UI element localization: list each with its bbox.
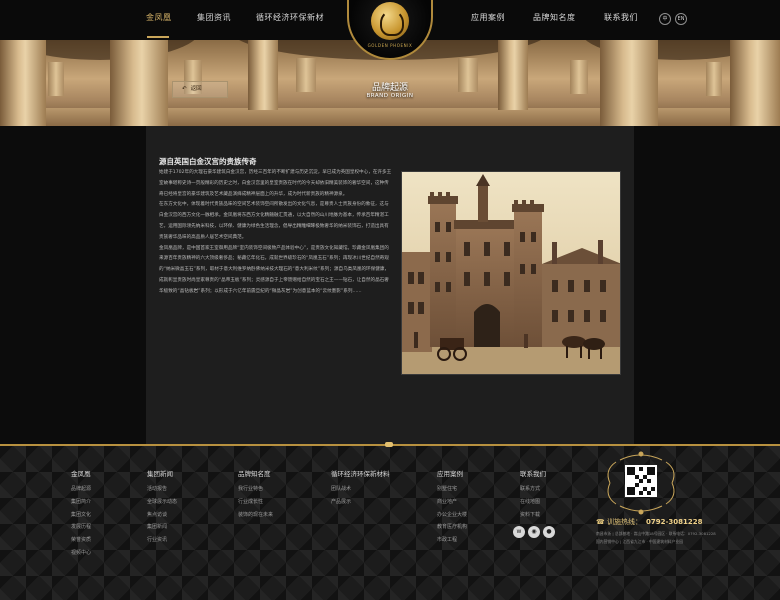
article-paragraph: 始建于1702年的大理石豪华建筑白金汉宫，历经三百年的不断扩建与历史沉淀，早已成…: [159, 170, 392, 197]
page-title: 品牌起源: [371, 83, 408, 93]
footer-column-title: 金凤凰: [71, 470, 91, 478]
article-paragraph: 在东方文化中，体现着时代贵族品味的空间艺术装饰空间所散发出的文化气息，是尊贵人士…: [159, 202, 389, 240]
weibo-icon[interactable]: w: [513, 526, 525, 538]
footer-link[interactable]: 集团新闻: [147, 523, 177, 536]
footer-link[interactable]: 市政工程: [437, 536, 467, 549]
footer-link[interactable]: 产品展示: [331, 498, 390, 511]
footer-link[interactable]: 我行业特色: [238, 485, 273, 498]
lang-en-button[interactable]: EN: [675, 13, 687, 25]
footer-address: 南昌市浙 | 总部基地 · 嵩山中路18号园区 · 联系电话：0792-3081…: [596, 531, 716, 536]
nav-active-indicator: [147, 36, 169, 38]
footer-link[interactable]: 视频中心: [71, 549, 91, 562]
nav-item-cases[interactable]: 应用案例: [471, 12, 505, 23]
back-button[interactable]: ↶ 返回: [172, 81, 228, 98]
footer-column-title: 集团新闻: [147, 470, 173, 478]
nav-item-contact[interactable]: 联系我们: [604, 12, 638, 23]
footer-link[interactable]: 在线地图: [520, 498, 546, 511]
footer-link[interactable]: 办公企业大楼: [437, 511, 467, 524]
phone-icon: ☎: [596, 518, 605, 526]
footer-address: 国内营销中心 | 江西省九江市 · 中国建筑材料产业园: [596, 539, 684, 544]
footer-link[interactable]: 别墅住宅: [437, 485, 467, 498]
footer-column-title: 循环经济环保新材料: [331, 470, 390, 478]
wechat-icon[interactable]: ◉: [528, 526, 540, 538]
footer-link[interactable]: 全球展示动态: [147, 498, 177, 511]
footer-link[interactable]: 荣誉资质: [71, 536, 91, 549]
article-body: 始建于1702年的大理石豪华建筑白金汉宫，历经三百年的不断扩建与历史沉淀，早已成…: [159, 168, 392, 298]
back-arrow-icon: ↶: [182, 86, 187, 92]
footer-link[interactable]: 品牌起源: [71, 485, 91, 498]
nav-item-group-news[interactable]: 集团资讯: [197, 12, 231, 23]
footer-link[interactable]: 联系方式: [520, 485, 546, 498]
footer-link[interactable]: 资料下载: [520, 511, 546, 524]
footer-column: 集团新闻 活动报告 全球展示动态 焦点访谈 集团新闻 行业资讯: [147, 468, 177, 549]
footer-column: 联系我们 联系方式 在线地图 资料下载: [520, 468, 546, 523]
footer-link[interactable]: 集团文化: [71, 511, 91, 524]
page-subtitle: BRAND ORIGIN: [366, 93, 414, 99]
footer-link[interactable]: 行业资讯: [147, 536, 177, 549]
footer-link[interactable]: 团队战术: [331, 485, 390, 498]
footer-link[interactable]: 教育医疗机构: [437, 523, 467, 536]
article-paragraph: 金凤凰品牌，是中国首家王室御用品牌“室内装饰空间极致产品体验中心”，是贵族文化知…: [159, 245, 390, 294]
qq-icon[interactable]: ●: [543, 526, 555, 538]
footer-column: 应用案例 别墅住宅 商业地产 办公企业大楼 教育医疗机构 市政工程: [437, 468, 467, 549]
logo-text: GOLDEN PHOENIX: [367, 43, 413, 48]
qr-code: [625, 465, 657, 497]
footer-link[interactable]: 行业成长性: [238, 498, 273, 511]
footer-column: 循环经济环保新材料 团队战术 产品展示: [331, 468, 390, 511]
footer-column-title: 应用案例: [437, 470, 463, 478]
footer-column: 金凤凰 品牌起源 集团简介 集团文化 发展历程 荣誉资质 视频中心: [71, 468, 91, 562]
hotline: ☎ 训施热线： 0792-3081228: [596, 517, 702, 527]
footer-column: 品牌知名度 我行业特色 行业成长性 装饰的现在未来: [238, 468, 273, 523]
footer-column-title: 联系我们: [520, 470, 546, 478]
footer-link[interactable]: 集团简介: [71, 498, 91, 511]
hotline-number: 0792-3081228: [645, 518, 703, 526]
footer-link[interactable]: 装饰的现在未来: [238, 511, 273, 524]
phoenix-icon: [371, 2, 409, 40]
nav-item-eco-materials[interactable]: 循环经济环保新材: [256, 12, 324, 23]
article-title: 源自英国白金汉宫的贵族传奇: [159, 157, 257, 166]
footer-column-title: 品牌知名度: [238, 470, 271, 478]
footer-link[interactable]: 活动报告: [147, 485, 177, 498]
nav-item-jinfenghuang[interactable]: 金凤凰: [146, 12, 172, 23]
hotline-label: 训施热线：: [606, 518, 642, 526]
footer-link[interactable]: 焦点访谈: [147, 511, 177, 524]
footer-link[interactable]: 发展历程: [71, 523, 91, 536]
lang-zh-button[interactable]: 中: [659, 13, 671, 25]
palace-illustration: [401, 171, 621, 375]
nav-item-brand[interactable]: 品牌知名度: [533, 12, 576, 23]
footer-link[interactable]: 商业地产: [437, 498, 467, 511]
back-button-label: 返回: [190, 86, 202, 92]
